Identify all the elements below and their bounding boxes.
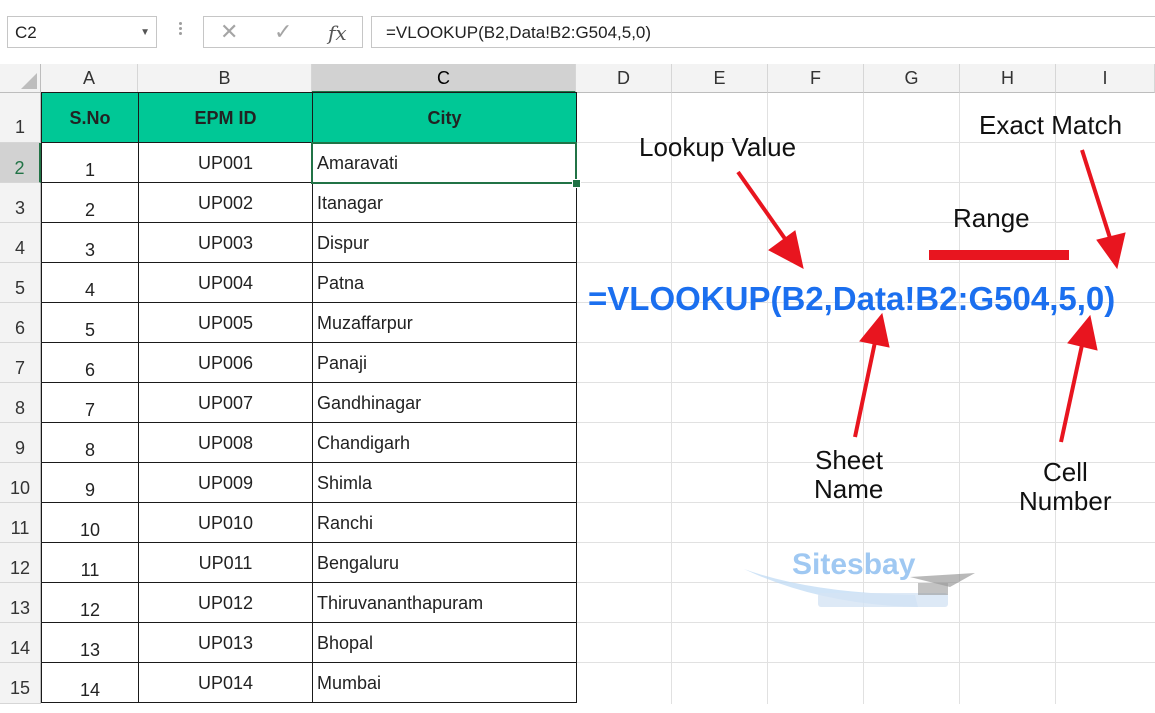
- annotation-arrows: [736, 149, 1126, 443]
- arrow-lookup-value: [768, 230, 804, 269]
- arrow-sheet-name: [859, 312, 890, 348]
- arrow-exact-match: [1096, 232, 1126, 270]
- watermark-text: Sitesbay: [792, 548, 916, 581]
- arrow-cell-number: [1067, 314, 1098, 351]
